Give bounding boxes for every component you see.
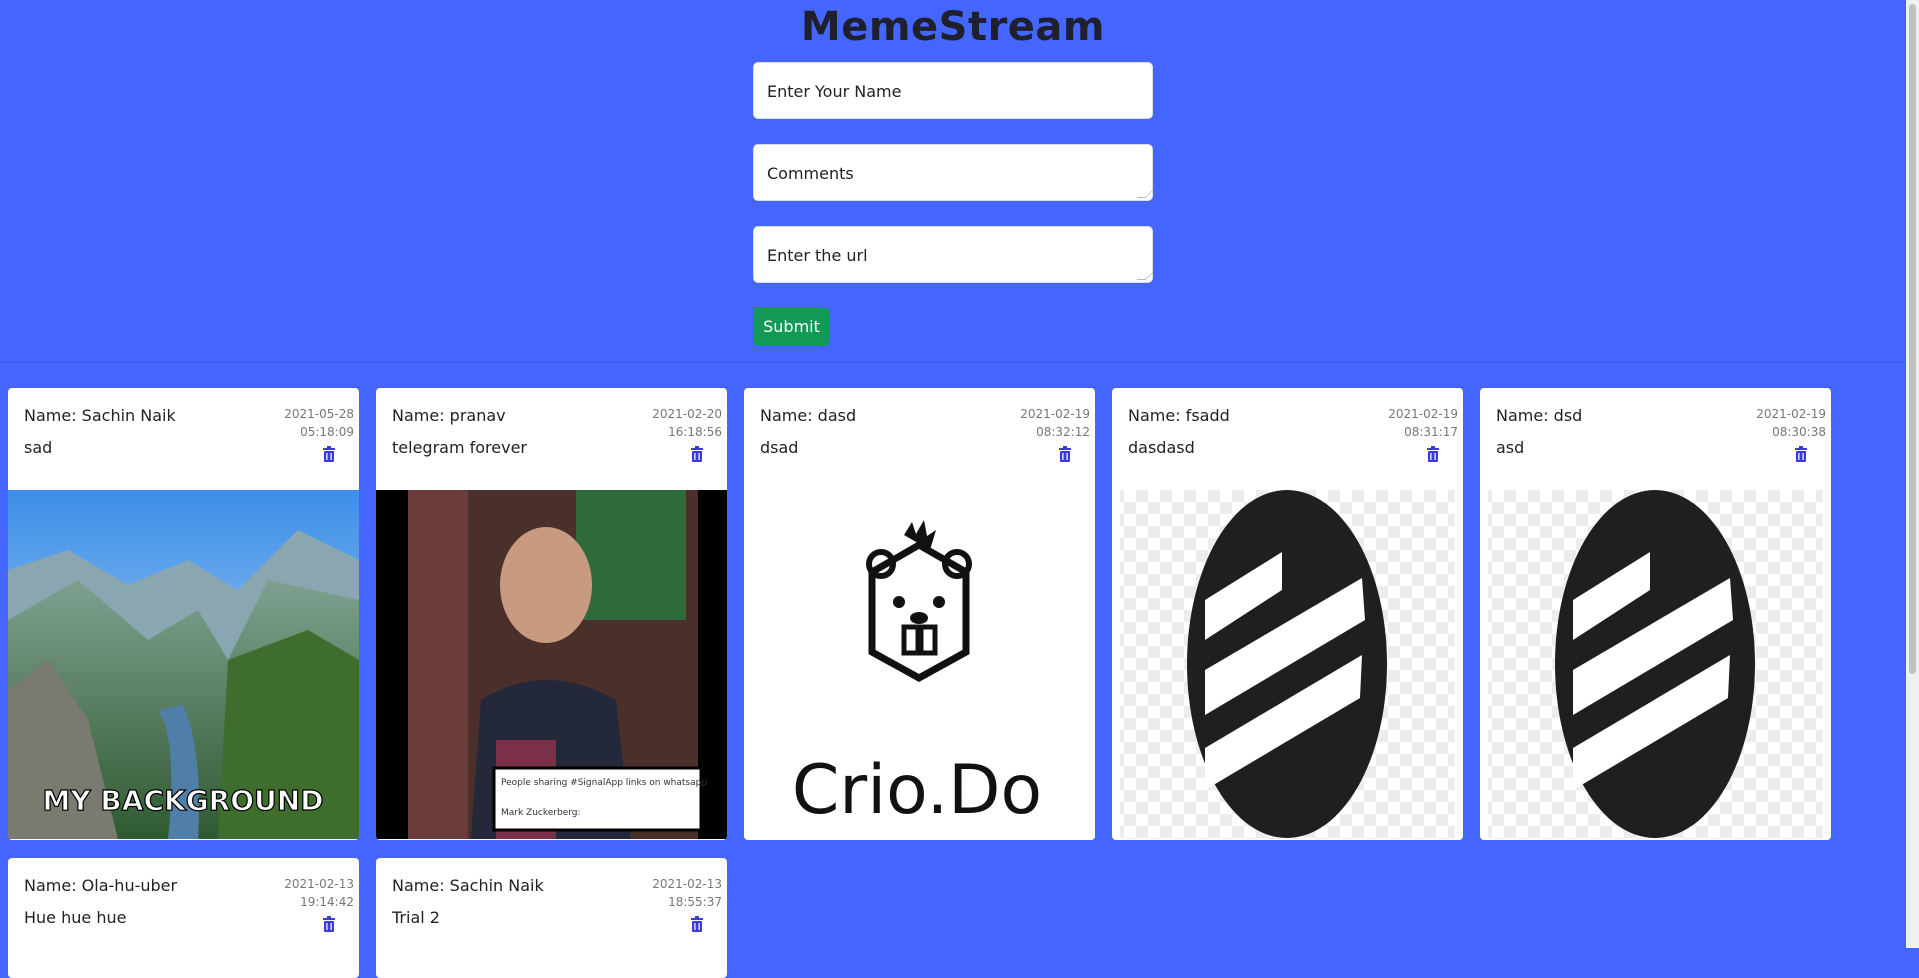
meme-image (1480, 490, 1831, 839)
image-caption: MY BACKGROUND (43, 784, 324, 817)
meme-image: Crio.Do (744, 490, 1095, 839)
trash-icon[interactable] (322, 446, 336, 462)
meme-card: Name: Sachin Naik Trial 2 2021-02-13 18:5… (376, 858, 727, 978)
resize-grip-icon[interactable] (1136, 271, 1155, 280)
meme-caption: dasdasd (1128, 438, 1195, 457)
page: MemeStream Enter Your Name Comments Ente… (0, 0, 1906, 978)
meme-caption: asd (1496, 438, 1525, 457)
meme-caption: telegram forever (392, 438, 527, 457)
meme-image: People sharing #SignalApp links on whats… (376, 490, 727, 839)
meme-timestamp: 2021-05-28 05:18:09 (284, 407, 354, 439)
submit-button[interactable]: Submit (753, 308, 830, 346)
url-placeholder: Enter the url (767, 246, 868, 265)
meme-card: Name: Sachin Naik sad 2021-05-28 05:18:09… (8, 388, 359, 840)
name-placeholder: Enter Your Name (767, 82, 902, 101)
image-caption: People sharing #SignalApp links on whats… (501, 778, 707, 788)
meme-owner-name: Name: Sachin Naik (392, 876, 544, 895)
trash-icon[interactable] (1426, 446, 1440, 462)
meme-owner-name: Name: Ola-hu-uber (24, 876, 178, 895)
meme-card: Name: fsadd dasdasd 2021-02-19 08:31:17 (1112, 388, 1463, 840)
page-title: MemeStream (800, 4, 1106, 50)
meme-timestamp: 2021-02-13 18:55:37 (652, 877, 722, 909)
image-caption: Mark Zuckerberg: (501, 808, 581, 818)
trash-icon[interactable] (322, 916, 336, 932)
meme-timestamp: 2021-02-13 19:14:42 (284, 877, 354, 909)
meme-owner-name: Name: Sachin Naik (24, 406, 176, 425)
meme-card: Name: dsd asd 2021-02-19 08:30:38 (1480, 388, 1831, 840)
resize-grip-icon[interactable] (1136, 189, 1155, 198)
scrollbar-thumb[interactable] (1909, 4, 1916, 674)
meme-timestamp: 2021-02-19 08:30:38 (1756, 407, 1826, 439)
meme-image (1112, 490, 1463, 839)
page-scrollbar[interactable] (1906, 0, 1919, 948)
meme-card: Name: pranav telegram forever 2021-02-20… (376, 388, 727, 840)
meme-timestamp: 2021-02-20 16:18:56 (652, 407, 722, 439)
meme-owner-name: Name: dsd (1496, 406, 1583, 425)
meme-owner-name: Name: fsadd (1128, 406, 1230, 425)
meme-timestamp: 2021-02-19 08:31:17 (1388, 407, 1458, 439)
trash-icon[interactable] (690, 916, 704, 932)
trash-icon[interactable] (1794, 446, 1808, 462)
meme-caption: Trial 2 (392, 908, 440, 927)
meme-card: Name: Ola-hu-uber Hue hue hue 2021-02-13… (8, 858, 359, 978)
meme-image: MY BACKGROUND (8, 490, 359, 839)
name-input[interactable]: Enter Your Name (753, 62, 1153, 119)
meme-caption: sad (24, 438, 53, 457)
meme-timestamp: 2021-02-19 08:32:12 (1020, 407, 1090, 439)
trash-icon[interactable] (1058, 446, 1072, 462)
comments-placeholder: Comments (767, 164, 854, 183)
meme-owner-name: Name: pranav (392, 406, 506, 425)
image-caption: Crio.Do (792, 751, 1042, 830)
meme-caption: Hue hue hue (24, 908, 127, 927)
comments-textarea[interactable]: Comments (753, 144, 1155, 201)
url-textarea[interactable]: Enter the url (753, 226, 1155, 283)
meme-owner-name: Name: dasd (760, 406, 857, 425)
trash-icon[interactable] (690, 446, 704, 462)
meme-caption: dsad (760, 438, 799, 457)
divider (0, 362, 1906, 363)
meme-card: Name: dasd dsad 2021-02-19 08:32:12 Crio.… (744, 388, 1095, 840)
